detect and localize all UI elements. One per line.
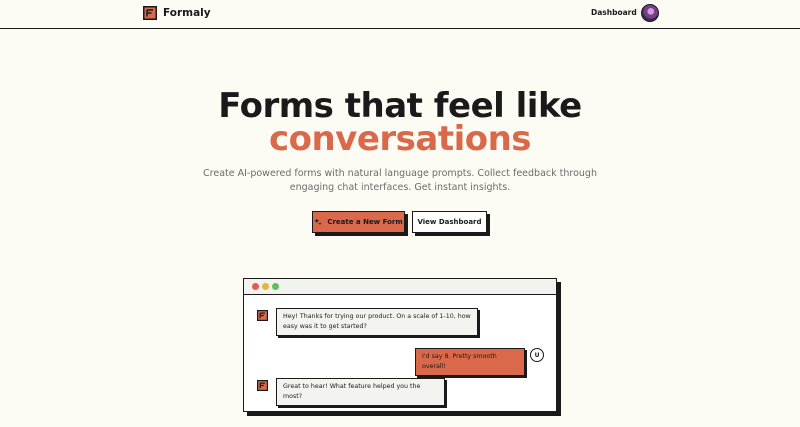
formaly-logo-icon <box>143 6 157 20</box>
top-navbar: Formaly Dashboard <box>0 0 800 29</box>
hero-subtitle: Create AI-powered forms with natural lan… <box>200 167 600 195</box>
brand-name: Formaly <box>163 7 211 19</box>
chat-message-text: easy was it to get started? <box>283 323 367 330</box>
hero-subtitle-line-1: Create AI-powered forms with natural lan… <box>203 168 597 179</box>
hero-subtitle-line-2: engaging chat interfaces. Get instant in… <box>289 182 511 193</box>
bot-avatar-icon <box>257 310 268 321</box>
chat-message-text: I'd say 8. Pretty smooth overall! <box>422 353 497 370</box>
create-form-button[interactable]: Create a New Form <box>312 211 405 233</box>
chat-message-text: Great to hear! What feature helped you t… <box>283 383 421 400</box>
create-form-label: Create a New Form <box>327 218 403 226</box>
nav-dashboard-link[interactable]: Dashboard <box>591 8 637 17</box>
chat-message-text: Hey! Thanks for trying our product. On a… <box>283 313 471 320</box>
chat-preview-window: Hey! Thanks for trying our product. On a… <box>243 278 557 412</box>
chat-message-user: I'd say 8. Pretty smooth overall! <box>415 348 525 376</box>
user-initial-avatar: U <box>530 348 544 362</box>
user-avatar[interactable] <box>641 4 659 22</box>
maximize-dot-icon <box>272 283 279 290</box>
close-dot-icon <box>252 283 259 290</box>
view-dashboard-label: View Dashboard <box>417 218 482 226</box>
bot-avatar-icon <box>257 380 268 391</box>
window-titlebar <box>244 279 556 295</box>
chat-message-bot: Great to hear! What feature helped you t… <box>276 378 445 406</box>
minimize-dot-icon <box>262 283 269 290</box>
view-dashboard-button[interactable]: View Dashboard <box>412 211 487 233</box>
chat-message-bot: Hey! Thanks for trying our product. On a… <box>276 308 478 336</box>
sparkle-icon <box>314 218 322 226</box>
hero-title-accent: conversations <box>268 119 532 159</box>
brand[interactable]: Formaly <box>143 5 211 21</box>
